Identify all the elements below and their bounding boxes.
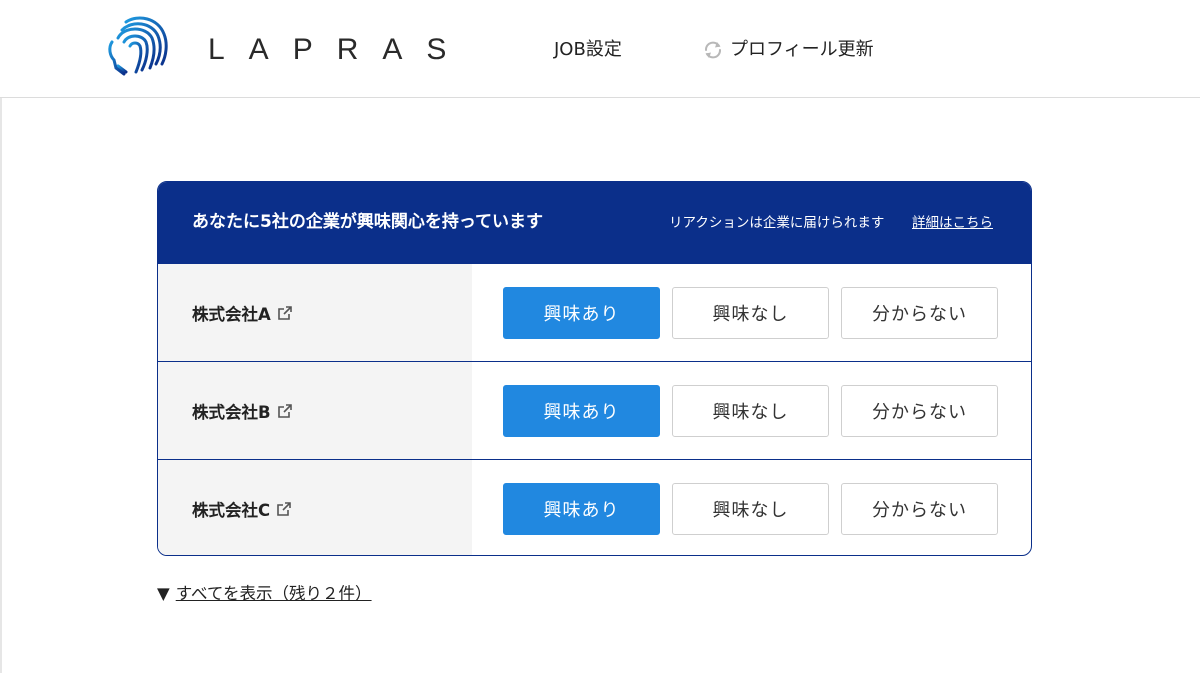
nav-profile-refresh-label: プロフィール更新 — [730, 39, 874, 60]
unsure-button[interactable]: 分からない — [841, 483, 998, 535]
site-header: LAPRAS JOB設定 プロフィール更新 — [0, 0, 1200, 98]
interested-button[interactable]: 興味あり — [503, 385, 660, 437]
show-all-link[interactable]: ▼ すべてを表示（残り２件） — [157, 582, 372, 606]
not-interested-button[interactable]: 興味なし — [672, 287, 829, 339]
company-name[interactable]: 株式会社C — [192, 497, 270, 521]
page-left-edge — [0, 98, 2, 673]
external-link-icon[interactable] — [276, 501, 292, 517]
interest-card: あなたに5社の企業が興味関心を持っています リアクションは企業に届けられます 詳… — [157, 181, 1032, 556]
interested-button[interactable]: 興味あり — [503, 287, 660, 339]
company-name[interactable]: 株式会社A — [192, 301, 271, 325]
nav-job-settings[interactable]: JOB設定 — [554, 37, 622, 63]
interest-card-header: あなたに5社の企業が興味関心を持っています リアクションは企業に届けられます 詳… — [158, 182, 1031, 263]
company-name-cell: 株式会社B — [158, 362, 472, 459]
detail-link[interactable]: 詳細はこちら — [912, 213, 993, 233]
interested-button[interactable]: 興味あり — [503, 483, 660, 535]
company-name-cell: 株式会社C — [158, 460, 472, 555]
unsure-button[interactable]: 分からない — [841, 385, 998, 437]
company-name[interactable]: 株式会社B — [192, 399, 271, 423]
unsure-button[interactable]: 分からない — [841, 287, 998, 339]
company-row: 株式会社B 興味あり 興味なし 分からない — [158, 361, 1031, 459]
reaction-buttons: 興味あり 興味なし 分からない — [472, 264, 1031, 361]
company-row: 株式会社A 興味あり 興味なし 分からない — [158, 263, 1031, 361]
fingerprint-head-logo-icon[interactable] — [104, 12, 170, 82]
interest-card-note: リアクションは企業に届けられます — [669, 215, 885, 231]
refresh-icon — [705, 41, 721, 59]
interest-card-title: あなたに5社の企業が興味関心を持っています — [192, 212, 543, 232]
nav-profile-refresh[interactable]: プロフィール更新 — [702, 37, 874, 63]
show-all-label: すべてを表示（残り２件） — [175, 584, 372, 603]
external-link-icon[interactable] — [277, 403, 293, 419]
company-name-cell: 株式会社A — [158, 264, 472, 361]
not-interested-button[interactable]: 興味なし — [672, 385, 829, 437]
reaction-buttons: 興味あり 興味なし 分からない — [472, 362, 1031, 459]
external-link-icon[interactable] — [277, 305, 293, 321]
logo-wordmark[interactable]: LAPRAS — [208, 28, 470, 72]
not-interested-button[interactable]: 興味なし — [672, 483, 829, 535]
reaction-buttons: 興味あり 興味なし 分からない — [472, 460, 1031, 555]
company-row: 株式会社C 興味あり 興味なし 分からない — [158, 459, 1031, 555]
triangle-down-icon: ▼ — [157, 584, 170, 603]
